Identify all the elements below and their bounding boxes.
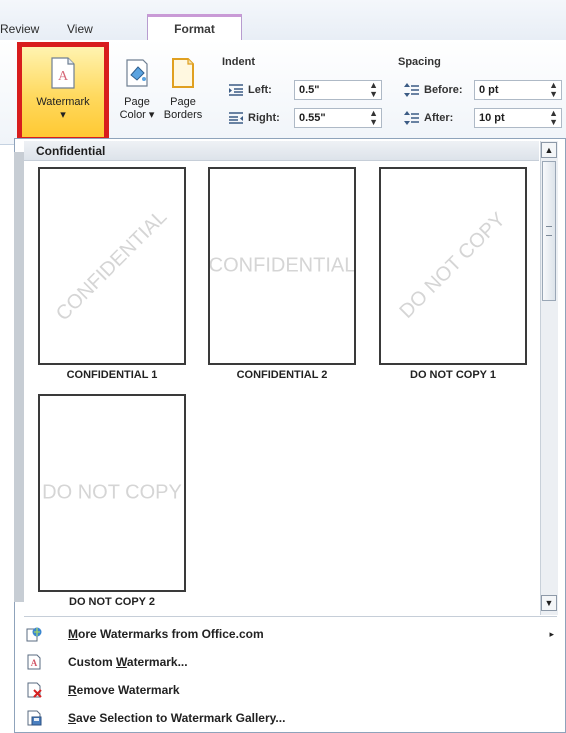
watermark-thumb-confidential-2[interactable]: CONFIDENTIAL (208, 167, 356, 365)
watermark-icon: A (51, 57, 75, 89)
watermark-caption: DO NOT COPY 2 (69, 596, 155, 608)
watermark-caption: DO NOT COPY 1 (410, 369, 496, 381)
more-watermarks-item[interactable]: More Watermarks from Office.com ▸ (20, 622, 560, 646)
svg-text:A: A (31, 658, 38, 668)
tab-view[interactable]: View (67, 22, 93, 36)
chevron-down-icon: ▾ (60, 109, 66, 121)
spacing-after-spinner[interactable]: 10 pt ▲ ▼ (474, 108, 562, 128)
scroll-down-icon[interactable]: ▼ (541, 595, 557, 611)
panel-left-bar (14, 152, 24, 602)
save-to-gallery-icon (27, 710, 42, 726)
remove-watermark-label: Remove Watermark (68, 683, 180, 697)
watermark-caption: CONFIDENTIAL 1 (66, 369, 158, 381)
watermark-preview-text: DO NOT COPY (395, 208, 510, 323)
spacing-before-icon (404, 83, 419, 97)
spinner-arrows-icon[interactable]: ▲ ▼ (369, 81, 378, 99)
more-watermarks-label: More Watermarks from Office.com (68, 627, 264, 641)
spinner-arrows-icon[interactable]: ▲ ▼ (369, 109, 378, 127)
watermark-preview-text: CONFIDENTIAL (208, 254, 356, 277)
tab-format[interactable]: Format (147, 14, 242, 42)
indent-right-icon (229, 112, 243, 124)
svg-text:A: A (58, 69, 69, 84)
indent-left-label: Left: (248, 84, 272, 96)
spacing-after-value: 10 pt (479, 112, 505, 124)
scroll-up-icon[interactable]: ▲ (541, 142, 557, 158)
spacing-header: Spacing (398, 56, 441, 68)
gallery-scrollbar[interactable]: ▲ ▼ (540, 141, 558, 615)
spinner-arrows-icon[interactable]: ▲ ▼ (549, 109, 558, 127)
page-color-label-1: Page (124, 96, 150, 108)
watermark-caption: CONFIDENTIAL 2 (236, 369, 328, 381)
remove-watermark-icon (27, 682, 42, 698)
spacing-before-spinner[interactable]: 0 pt ▲ ▼ (474, 80, 562, 100)
save-selection-item[interactable]: Save Selection to Watermark Gallery... (20, 706, 560, 730)
remove-watermark-item[interactable]: Remove Watermark (20, 678, 560, 702)
office-online-icon (26, 627, 42, 642)
tab-strip: Review View Format (0, 0, 566, 42)
spacing-before-value: 0 pt (479, 84, 499, 96)
page-borders-button[interactable]: Page Borders (158, 49, 208, 141)
watermark-thumb-do-not-copy-2[interactable]: DO NOT COPY (38, 394, 186, 592)
spinner-arrows-icon[interactable]: ▲ ▼ (549, 81, 558, 99)
indent-left-icon (229, 84, 243, 96)
indent-left-value: 0.5" (299, 84, 320, 96)
indent-header: Indent (222, 56, 255, 68)
page-borders-icon (172, 58, 194, 88)
watermark-thumb-do-not-copy-1[interactable]: DO NOT COPY (379, 167, 527, 365)
indent-right-spinner[interactable]: 0.55" ▲ ▼ (294, 108, 382, 128)
watermark-thumb-confidential-1[interactable]: CONFIDENTIAL (38, 167, 186, 365)
scrollbar-thumb[interactable] (542, 161, 556, 301)
spacing-before-label: Before: (424, 84, 463, 96)
submenu-arrow-icon: ▸ (549, 629, 554, 639)
custom-watermark-label: Custom Watermark... (68, 655, 188, 669)
indent-left-spinner[interactable]: 0.5" ▲ ▼ (294, 80, 382, 100)
save-selection-label: Save Selection to Watermark Gallery... (68, 711, 286, 725)
spacing-after-icon (404, 111, 419, 125)
page-borders-label-1: Page (170, 96, 196, 108)
custom-watermark-item[interactable]: A Custom Watermark... (20, 650, 560, 674)
grip-icon (546, 226, 552, 236)
indent-right-value: 0.55" (299, 112, 326, 124)
watermark-button[interactable]: A Watermark ▾ (17, 42, 109, 142)
watermark-label: Watermark (36, 96, 90, 108)
watermark-preview-text: DO NOT COPY (42, 481, 182, 504)
page-color-label-2: Color ▾ (119, 109, 155, 121)
menu-divider (24, 616, 557, 617)
page-color-button[interactable]: Page Color ▾ (112, 49, 162, 141)
tab-review[interactable]: Review (0, 22, 39, 36)
page-borders-label-2: Borders (163, 109, 203, 121)
custom-watermark-icon: A (27, 654, 41, 670)
indent-right-label: Right: (248, 112, 280, 124)
spacing-after-label: After: (424, 112, 454, 124)
paint-bucket-icon (126, 59, 148, 87)
watermark-preview-text: CONFIDENTIAL (52, 206, 172, 326)
gallery-section-header: Confidential (24, 141, 539, 161)
